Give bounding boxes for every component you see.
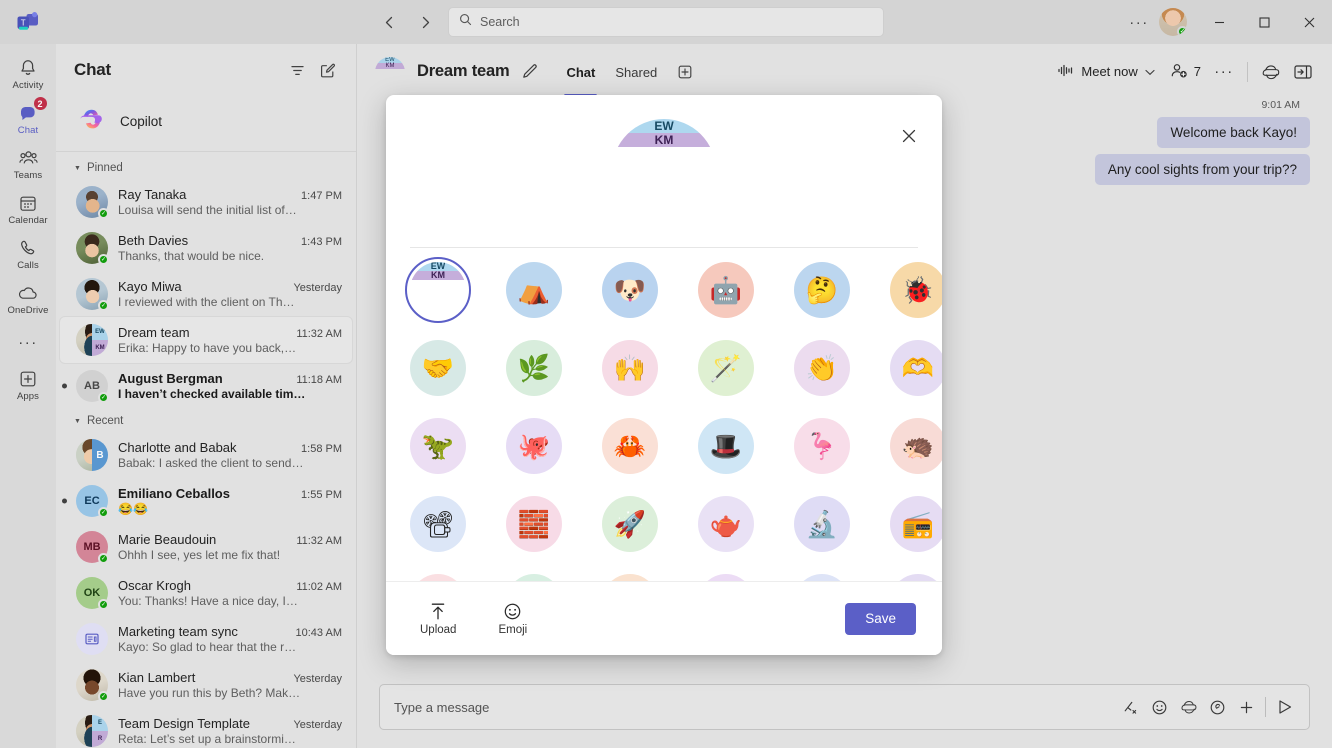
avatar-option-hot-air-balloon-avatar[interactable]: 🎈 [602, 574, 658, 581]
dialog-footer: Upload Emoji Save [386, 581, 942, 655]
upload-button[interactable]: Upload [412, 597, 464, 640]
magic-wand-icon: 🪄 [709, 353, 743, 383]
dog-icon: 🐶 [613, 275, 647, 305]
emoji-label: Emoji [498, 624, 528, 636]
avatar-option-leaf-hand-avatar[interactable]: 🌿 [506, 340, 562, 396]
current-group-avatar: EW KM [410, 262, 466, 318]
rabbit-hat-icon: 🎩 [709, 431, 743, 461]
dialog-preview-area: EW KM [386, 95, 942, 247]
save-button[interactable]: Save [845, 602, 916, 635]
thinking-face-icon: 🤔 [805, 275, 839, 305]
avatar-option-robot-avatar[interactable]: 🤖 [698, 262, 754, 318]
avatar-option-magic-wand-avatar[interactable]: 🪄 [698, 340, 754, 396]
bug-icon: 🐞 [901, 275, 935, 305]
handshake-icon: 🤝 [421, 353, 455, 383]
rocket-icon: 🚀 [613, 509, 647, 539]
avatar-option-rocket-avatar[interactable]: 🚀 [602, 496, 658, 552]
avatar-option-camping-avatar[interactable]: ⛺ [506, 262, 562, 318]
preview-tile-initials: EW [612, 119, 716, 133]
camping-icon: ⛺ [517, 275, 551, 305]
preview-tile-initials: KM [612, 133, 716, 147]
leaf-hand-icon: 🌿 [517, 353, 551, 383]
avatar-option-app-window-avatar[interactable]: 🖼 [698, 574, 754, 581]
avatar-option-caring-hands-avatar[interactable]: 🙌 [602, 340, 658, 396]
microscope-icon: 🔬 [805, 509, 839, 539]
avatar-option-microscope-avatar[interactable]: 🔬 [794, 496, 850, 552]
upload-icon [429, 601, 447, 621]
teams-app-window: T Search ··· ✓ Activity 2 Chat Teams Cal… [0, 0, 1332, 748]
octopus-icon: 🐙 [517, 431, 551, 461]
avatar-option-current-group-avatar[interactable]: EW KM [405, 257, 471, 323]
avatar-option-projector-avatar[interactable]: 📽 [410, 496, 466, 552]
avatar-option-bug-avatar[interactable]: 🐞 [890, 262, 942, 318]
upload-label: Upload [420, 624, 457, 636]
avatar-option-flamingo-avatar[interactable]: 🦩 [794, 418, 850, 474]
avatar-option-dinosaur-avatar[interactable]: 🦖 [410, 418, 466, 474]
boombox-icon: 📻 [901, 509, 935, 539]
heart-hands-icon: 🫶 [901, 353, 935, 383]
avatar-option-teacup-avatar[interactable]: 🫖 [698, 496, 754, 552]
avatar-option-thinking-face-avatar[interactable]: 🤔 [794, 262, 850, 318]
avatar-option-hedgehog-avatar[interactable]: 🦔 [890, 418, 942, 474]
avatar-option-dog-avatar[interactable]: 🐶 [602, 262, 658, 318]
blocks-icon: 🧱 [517, 509, 551, 539]
avatar-option-film-reel-avatar[interactable]: 🎞 [506, 574, 562, 581]
avatar-option-crab-avatar[interactable]: 🦀 [602, 418, 658, 474]
avatar-option-rabbit-hat-avatar[interactable]: 🎩 [698, 418, 754, 474]
hedgehog-icon: 🦔 [901, 431, 935, 461]
avatar-option-blocks-avatar[interactable]: 🧱 [506, 496, 562, 552]
emoji-button[interactable]: Emoji [490, 597, 535, 640]
avatar-grid-scroll[interactable]: EW KM ⛺ 🐶 🤖 🤔 🐞 🤝 🌿 🙌 🪄 👏 🫶 🦖 🐙 🦀 🎩 🦩 🦔 … [386, 248, 942, 581]
avatar-option-video-folder-avatar[interactable]: 🎬 [890, 574, 942, 581]
avatar-picker-dialog: EW KM EW KM ⛺ 🐶 🤖 🤔 🐞 🤝 🌿 🙌 🪄 👏 🫶 🦖 🐙 🦀 … [386, 95, 942, 655]
avatar-grid: EW KM ⛺ 🐶 🤖 🤔 🐞 🤝 🌿 🙌 🪄 👏 🫶 🦖 🐙 🦀 🎩 🦩 🦔 … [405, 257, 942, 581]
avatar-option-boombox-avatar[interactable]: 📻 [890, 496, 942, 552]
emoji-icon [503, 601, 522, 621]
teacup-icon: 🫖 [709, 509, 743, 539]
flamingo-icon: 🦩 [805, 431, 839, 461]
caring-hands-icon: 🙌 [613, 353, 647, 383]
dinosaur-icon: 🦖 [421, 431, 455, 461]
avatar-option-heart-hands-avatar[interactable]: 🫶 [890, 340, 942, 396]
avatar-option-handshake-avatar[interactable]: 🤝 [410, 340, 466, 396]
avatar-preview: EW KM [612, 119, 716, 223]
robot-icon: 🤖 [709, 275, 743, 305]
projector-icon: 📽 [421, 509, 455, 539]
avatar-option-clap-avatar[interactable]: 👏 [794, 340, 850, 396]
clap-icon: 👏 [805, 353, 839, 383]
avatar-option-guitar-avatar[interactable]: 🎸 [794, 574, 850, 581]
close-icon[interactable] [894, 121, 924, 151]
avatar-option-heart-avatar[interactable]: 💗 [410, 574, 466, 581]
crab-icon: 🦀 [613, 431, 647, 461]
avatar-option-octopus-avatar[interactable]: 🐙 [506, 418, 562, 474]
